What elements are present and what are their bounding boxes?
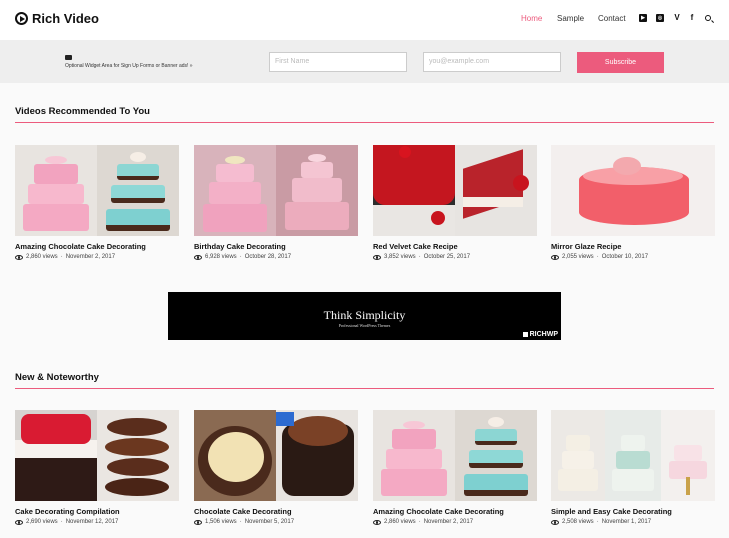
eye-icon	[15, 519, 23, 525]
meta-separator: ·	[418, 254, 421, 260]
search-icon[interactable]	[705, 15, 711, 21]
section-title-recommended: Videos Recommended To You	[15, 106, 150, 117]
email-input[interactable]: you@example.com	[423, 52, 561, 72]
meta-separator: ·	[60, 254, 63, 260]
video-title[interactable]: Birthday Cake Decorating	[194, 242, 286, 251]
meta-separator: ·	[596, 519, 599, 525]
video-title[interactable]: Chocolate Cake Decorating	[194, 507, 292, 516]
video-views: 2,508 views	[562, 519, 594, 525]
video-meta: 3,852 views · October 25, 2017	[373, 254, 470, 260]
banner-brand: RICHWP	[522, 331, 558, 338]
video-meta: 6,928 views · October 28, 2017	[194, 254, 291, 260]
video-thumbnail[interactable]	[15, 145, 179, 236]
video-views: 1,506 views	[205, 519, 237, 525]
site-header: Rich Video Home Sample Contact ▶ ◎ V f	[0, 0, 729, 40]
nav-home[interactable]: Home	[521, 14, 542, 23]
eye-icon	[551, 519, 559, 525]
video-title[interactable]: Amazing Chocolate Cake Decorating	[15, 242, 146, 251]
meta-separator: ·	[418, 519, 421, 525]
meta-separator: ·	[60, 519, 63, 525]
video-thumbnail[interactable]	[15, 410, 179, 501]
meta-separator: ·	[596, 254, 599, 260]
video-meta: 2,055 views · October 10, 2017	[551, 254, 648, 260]
video-meta: 2,860 views · November 2, 2017	[373, 519, 473, 525]
video-views: 2,690 views	[26, 519, 58, 525]
site-logo[interactable]: Rich Video	[15, 11, 99, 26]
video-title[interactable]: Mirror Glaze Recipe	[551, 242, 621, 251]
banner-brand-text: RICHWP	[529, 331, 558, 338]
video-thumbnail[interactable]	[373, 410, 537, 501]
video-views: 2,860 views	[384, 519, 416, 525]
nav-contact[interactable]: Contact	[598, 14, 626, 23]
play-icon	[15, 12, 28, 25]
video-date: October 28, 2017	[244, 254, 292, 260]
video-meta: 2,508 views · November 1, 2017	[551, 519, 651, 525]
video-thumbnail[interactable]	[373, 145, 537, 236]
youtube-icon[interactable]: ▶	[639, 14, 647, 22]
subscribe-button[interactable]: Subscribe	[577, 52, 664, 73]
video-meta: 2,690 views · November 12, 2017	[15, 519, 118, 525]
facebook-icon[interactable]: f	[688, 14, 696, 22]
eye-icon	[373, 254, 381, 260]
section-title-noteworthy: New & Noteworthy	[15, 372, 99, 383]
nav-sample[interactable]: Sample	[557, 14, 584, 23]
signup-bar: Optional Widget Area for Sign Up Forms o…	[0, 40, 729, 83]
video-title[interactable]: Cake Decorating Compilation	[15, 507, 120, 516]
video-date: October 10, 2017	[601, 254, 649, 260]
video-date: November 1, 2017	[601, 519, 652, 525]
video-date: November 12, 2017	[65, 519, 119, 525]
video-thumbnail[interactable]	[551, 145, 715, 236]
instagram-icon[interactable]: ◎	[656, 14, 664, 22]
video-views: 2,055 views	[562, 254, 594, 260]
video-date: October 25, 2017	[423, 254, 471, 260]
banner-subtitle: Professional WordPress Themes	[338, 323, 391, 328]
eye-icon	[194, 519, 202, 525]
logo-text: Rich Video	[32, 11, 99, 26]
first-name-input[interactable]: First Name	[269, 52, 407, 72]
video-thumbnail[interactable]	[194, 145, 358, 236]
video-thumbnail[interactable]	[551, 410, 715, 501]
eye-icon	[15, 254, 23, 260]
video-date: November 5, 2017	[244, 519, 295, 525]
eye-icon	[551, 254, 559, 260]
video-meta: 2,860 views · November 2, 2017	[15, 254, 115, 260]
video-views: 6,928 views	[205, 254, 237, 260]
section-divider	[15, 388, 714, 389]
video-views: 3,852 views	[384, 254, 416, 260]
video-views: 2,860 views	[26, 254, 58, 260]
video-thumbnail[interactable]	[194, 410, 358, 501]
video-date: November 2, 2017	[423, 519, 474, 525]
video-title[interactable]: Red Velvet Cake Recipe	[373, 242, 458, 251]
vimeo-icon[interactable]: V	[673, 14, 681, 22]
mail-icon	[65, 55, 72, 60]
video-date: November 2, 2017	[65, 254, 116, 260]
eye-icon	[194, 254, 202, 260]
video-title[interactable]: Simple and Easy Cake Decorating	[551, 507, 672, 516]
meta-separator: ·	[239, 519, 242, 525]
meta-separator: ·	[239, 254, 242, 260]
section-divider	[15, 122, 714, 123]
banner-title: Think Simplicity	[323, 308, 406, 322]
brand-square-icon	[522, 332, 528, 337]
video-title[interactable]: Amazing Chocolate Cake Decorating	[373, 507, 504, 516]
video-meta: 1,506 views · November 5, 2017	[194, 519, 294, 525]
eye-icon	[373, 519, 381, 525]
ad-banner[interactable]: Think Simplicity Professional WordPress …	[168, 292, 561, 340]
signup-text: Optional Widget Area for Sign Up Forms o…	[65, 63, 193, 69]
